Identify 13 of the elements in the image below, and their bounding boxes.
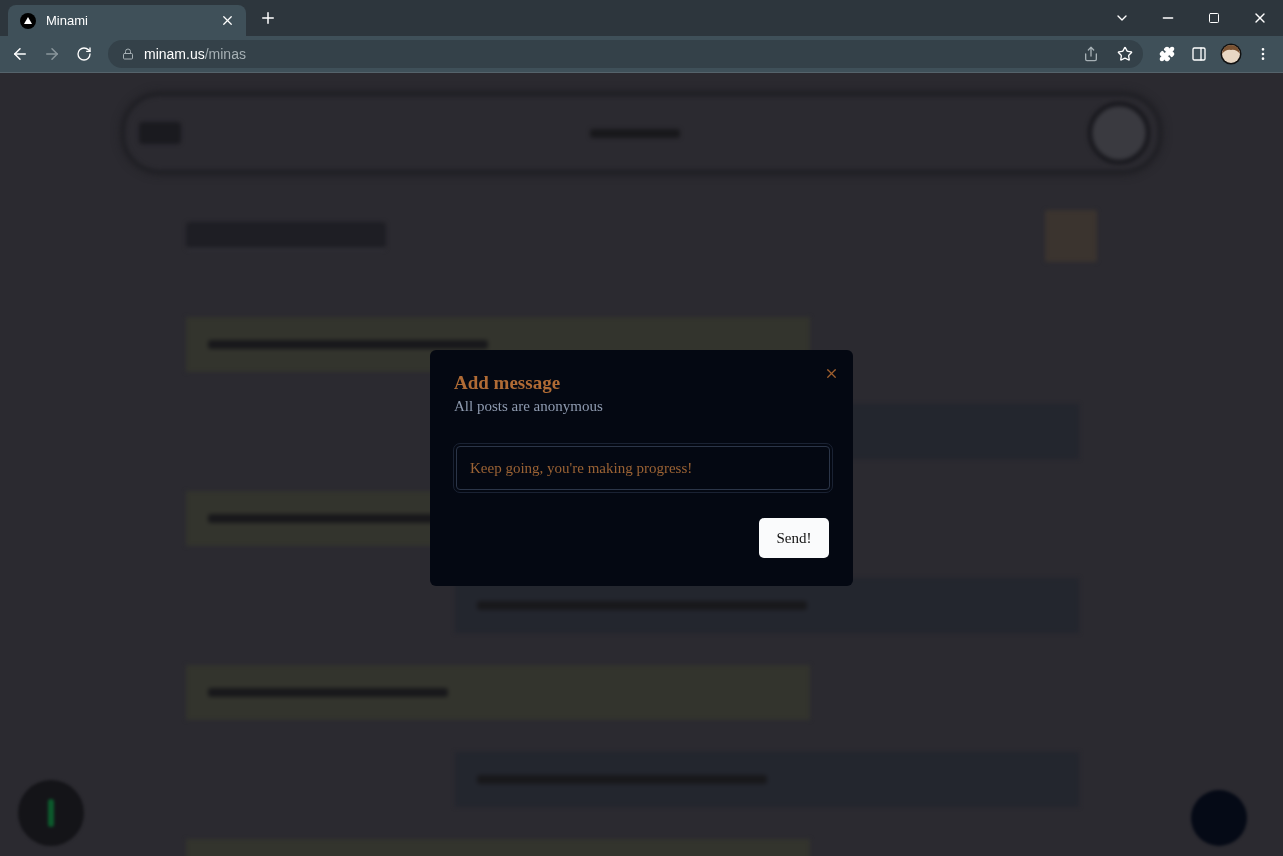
dialog-title: Add message <box>454 372 562 394</box>
send-button[interactable]: Send! <box>759 518 829 558</box>
message-input[interactable]: Keep going, you're making progress! <box>456 446 830 490</box>
address-bar[interactable]: minam.us/minas <box>108 40 1143 68</box>
star-icon[interactable] <box>1117 46 1133 62</box>
dialog-subtitle: All posts are anonymous <box>454 398 604 415</box>
share-icon[interactable] <box>1083 46 1099 62</box>
lock-icon <box>122 48 134 60</box>
tab-title: Minami <box>46 13 89 28</box>
url-text: minam.us/minas <box>144 46 246 62</box>
close-icon[interactable] <box>824 366 839 381</box>
avatar-icon <box>1088 102 1150 164</box>
browser-tab[interactable]: Minami <box>8 5 246 36</box>
